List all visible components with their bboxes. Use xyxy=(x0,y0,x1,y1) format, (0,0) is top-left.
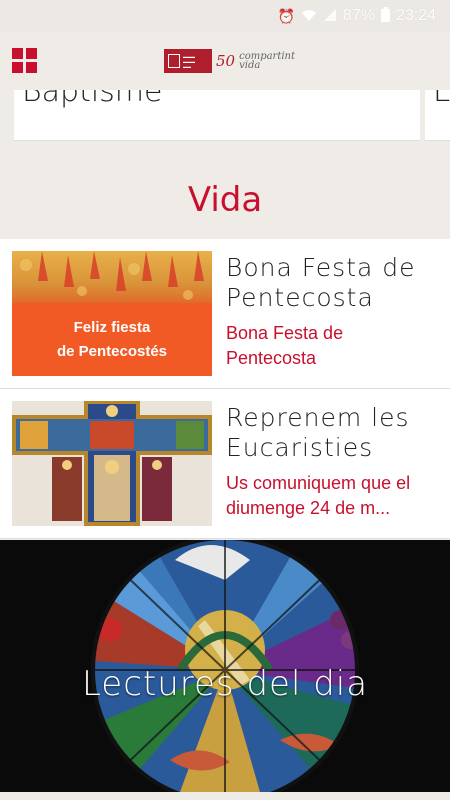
bottom-edge xyxy=(0,792,450,800)
app-logo: ▬▬▬ ▬▬▬ ▬▬ 50 compartint vida xyxy=(164,48,295,74)
app-header: ▬▬▬ ▬▬▬ ▬▬ 50 compartint vida xyxy=(0,32,450,90)
battery-icon xyxy=(380,7,390,25)
menu-grid-button[interactable] xyxy=(12,48,37,73)
item-thumbnail: Feliz fiesta de Pentecostés xyxy=(12,251,212,376)
cross-icon xyxy=(12,401,212,526)
status-bar: ⏰ 87% 23:24 xyxy=(0,0,450,32)
thumbnail-caption: Feliz fiesta de Pentecostés xyxy=(12,303,212,376)
item-title: Bona Festa de Pentecosta xyxy=(226,253,416,312)
house-icon xyxy=(168,54,180,68)
carousel-card[interactable]: Baptisme xyxy=(14,90,420,141)
clock: 23:24 xyxy=(395,7,436,24)
banner-title: Lectures del dia xyxy=(81,664,369,704)
list-item[interactable]: Reprenem les Eucaristies Us comuniquem q… xyxy=(0,389,450,539)
item-thumbnail xyxy=(12,401,212,526)
daily-readings-banner[interactable]: Lectures del dia xyxy=(0,540,450,792)
grid-square-icon xyxy=(26,48,37,59)
wifi-icon xyxy=(301,8,317,25)
logo-mark: ▬▬▬ ▬▬▬ ▬▬ xyxy=(164,49,212,73)
carousel-card-title: E xyxy=(433,90,450,109)
logo-tagline: compartint vida xyxy=(239,51,296,71)
alarm-icon: ⏰ xyxy=(277,7,295,24)
section-title: Vida xyxy=(187,180,263,220)
signal-icon xyxy=(323,8,337,25)
top-card-carousel[interactable]: Baptisme E xyxy=(0,90,450,142)
grid-square-icon xyxy=(12,62,23,73)
carousel-card[interactable]: E xyxy=(425,90,450,141)
carousel-card-title: Baptisme xyxy=(22,90,163,109)
battery-percent: 87% xyxy=(342,7,375,24)
flames-image xyxy=(12,251,212,303)
item-subtitle: Us comuniquem que el diumenge 24 de m... xyxy=(226,473,411,518)
item-title: Reprenem les Eucaristies xyxy=(226,403,410,462)
list-item[interactable]: Feliz fiesta de Pentecostés Bona Festa d… xyxy=(0,239,450,389)
status-icons: ⏰ 87% 23:24 xyxy=(277,6,436,26)
item-subtitle: Bona Festa de Pentecosta xyxy=(226,323,344,368)
logo-number: 50 xyxy=(216,52,236,70)
grid-square-icon xyxy=(12,48,23,59)
grid-square-icon xyxy=(26,62,37,73)
